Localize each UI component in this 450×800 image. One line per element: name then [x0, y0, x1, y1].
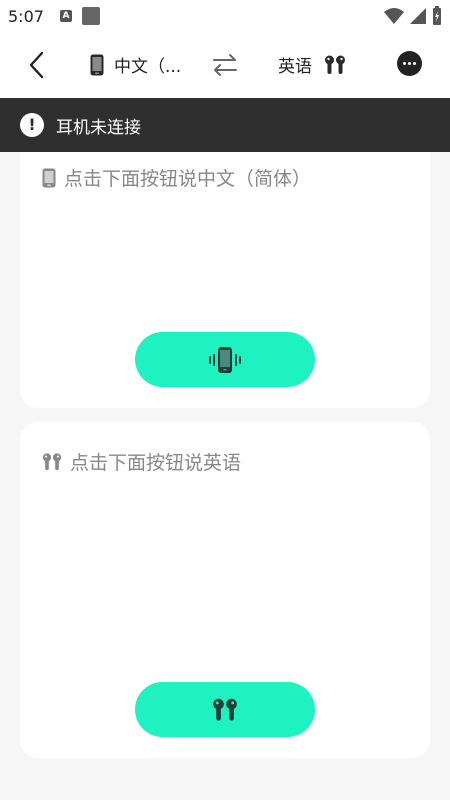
- more-icon-dot: [413, 62, 416, 65]
- more-options-button[interactable]: [397, 51, 422, 76]
- earbuds-icon: [325, 55, 345, 74]
- notification-square-icon: [81, 7, 100, 25]
- phone-icon: [90, 54, 104, 75]
- top-nav: 中文（... 英语: [0, 32, 450, 98]
- more-icon: [403, 62, 406, 65]
- earbuds-prompt-text: 点击下面按钮说英语: [70, 452, 242, 474]
- back-button[interactable]: [24, 50, 52, 80]
- phone-prompt: 点击下面按钮说中文（简体）: [42, 164, 311, 191]
- back-arrow-icon: [29, 51, 44, 79]
- headphones-disconnected-banner: ! 耳机未连接: [0, 98, 450, 152]
- phone-icon: [42, 168, 56, 187]
- wifi-icon: [384, 8, 404, 24]
- speak-english-button[interactable]: [135, 682, 315, 737]
- earbuds-speech-panel: 点击下面按钮说英语: [20, 422, 430, 758]
- target-language-label: 英语: [278, 57, 312, 77]
- earbuds-icon: [213, 698, 237, 721]
- target-language-selector[interactable]: 英语: [278, 52, 346, 77]
- swap-icon: [213, 54, 237, 76]
- notification-a-icon: A: [59, 10, 72, 22]
- status-indicators: [384, 6, 442, 26]
- phone-vibrate-icon: [209, 346, 241, 373]
- status-time: 5:07: [8, 6, 44, 26]
- signal-icon: [410, 8, 426, 24]
- swap-languages-button[interactable]: [210, 52, 240, 78]
- banner-message: 耳机未连接: [56, 117, 141, 138]
- alert-icon: !: [20, 113, 44, 137]
- phone-prompt-text: 点击下面按钮说中文（简体）: [64, 168, 312, 190]
- status-bar: 5:07 A: [0, 0, 450, 32]
- phone-speech-panel: 点击下面按钮说中文（简体）: [20, 140, 430, 408]
- speak-chinese-button[interactable]: [135, 332, 315, 387]
- source-language-label: 中文（...: [114, 57, 182, 77]
- source-language-selector[interactable]: 中文（...: [90, 52, 181, 77]
- earbuds-icon: [42, 452, 62, 470]
- earbuds-prompt: 点击下面按钮说英语: [42, 448, 241, 475]
- battery-icon: [433, 6, 441, 25]
- more-icon-dot: [408, 62, 411, 65]
